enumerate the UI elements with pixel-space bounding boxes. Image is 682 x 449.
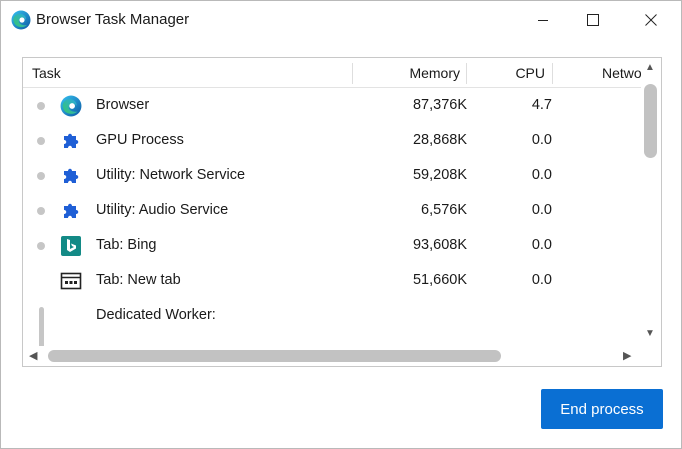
task-memory: 93,608K <box>412 237 467 253</box>
task-name: Tab: New tab <box>96 272 181 288</box>
table-header: Task Memory CPU Netwo <box>23 58 643 88</box>
table-row[interactable]: Tab: Bing 93,608K 0.0 <box>23 228 641 263</box>
puzzle-icon <box>64 133 79 148</box>
task-cpu: 0.0 <box>531 167 552 183</box>
task-cpu: 4.7 <box>531 97 552 113</box>
task-table: Task Memory CPU Netwo Browser 87,376K 4.… <box>22 57 662 367</box>
task-memory: 51,660K <box>412 272 467 288</box>
status-dot <box>37 102 45 110</box>
task-memory: 6,576K <box>421 202 467 218</box>
close-button[interactable] <box>628 1 674 39</box>
task-cpu: 0.0 <box>531 132 552 148</box>
title-bar[interactable]: Browser Task Manager <box>1 1 681 39</box>
task-memory: 87,376K <box>412 97 467 113</box>
column-header-task[interactable]: Task <box>32 58 61 88</box>
task-memory: 28,868K <box>412 132 467 148</box>
task-manager-window: Browser Task Manager Task Memory CPU Net… <box>0 0 682 449</box>
task-cpu: 0.0 <box>531 237 552 253</box>
column-header-cpu[interactable]: CPU <box>515 58 545 88</box>
horizontal-scrollbar[interactable]: ◀ ▶ <box>23 346 641 366</box>
puzzle-icon <box>64 168 79 183</box>
column-divider[interactable] <box>552 63 553 84</box>
close-icon <box>645 14 657 26</box>
edge-icon <box>11 10 31 30</box>
column-divider[interactable] <box>466 63 467 84</box>
status-dot <box>37 172 45 180</box>
status-dot <box>37 137 45 145</box>
task-list: Browser 87,376K 4.7 GPU Process 28,868K … <box>23 88 641 346</box>
table-row[interactable]: Dedicated Worker: <box>23 298 641 333</box>
bing-icon <box>61 236 81 256</box>
table-row[interactable]: GPU Process 28,868K 0.0 <box>23 123 641 158</box>
maximize-icon <box>587 14 599 26</box>
task-name: Utility: Network Service <box>96 167 246 183</box>
table-row[interactable]: Tab: New tab 51,660K 0.0 <box>23 263 641 298</box>
table-row[interactable]: Utility: Network Service 59,208K 0.0 <box>23 158 641 193</box>
task-cpu: 0.0 <box>531 202 552 218</box>
puzzle-icon <box>64 203 79 218</box>
horizontal-scroll-thumb[interactable] <box>48 350 501 362</box>
table-row[interactable]: Utility: Audio Service 6,576K 0.0 <box>23 193 641 228</box>
newtab-icon <box>60 272 82 290</box>
column-divider[interactable] <box>352 63 353 84</box>
group-bracket <box>39 307 44 346</box>
maximize-button[interactable] <box>570 1 616 39</box>
scroll-down-icon[interactable]: ▼ <box>645 328 655 339</box>
task-name: Browser <box>96 97 150 113</box>
window-title: Browser Task Manager <box>36 11 190 28</box>
task-name: Utility: Audio Service <box>96 202 229 218</box>
vertical-scrollbar[interactable]: ▲ ▼ <box>641 58 661 346</box>
vertical-scroll-thumb[interactable] <box>644 84 657 158</box>
scroll-left-icon[interactable]: ◀ <box>29 349 37 362</box>
scroll-up-icon[interactable]: ▲ <box>645 62 655 73</box>
task-cpu: 0.0 <box>531 272 552 288</box>
task-memory: 59,208K <box>412 167 467 183</box>
task-name: Dedicated Worker: <box>96 307 216 323</box>
minimize-icon <box>538 20 548 21</box>
edge-icon <box>60 95 82 117</box>
task-name: GPU Process <box>96 132 184 148</box>
status-dot <box>37 242 45 250</box>
scroll-right-icon[interactable]: ▶ <box>623 349 631 362</box>
status-dot <box>37 207 45 215</box>
minimize-button[interactable] <box>520 1 566 39</box>
task-name: Tab: Bing <box>96 237 157 253</box>
end-process-button[interactable]: End process <box>541 389 663 429</box>
column-header-network[interactable]: Netwo <box>602 58 642 88</box>
table-row[interactable]: Browser 87,376K 4.7 <box>23 88 641 123</box>
column-header-memory[interactable]: Memory <box>409 58 460 88</box>
